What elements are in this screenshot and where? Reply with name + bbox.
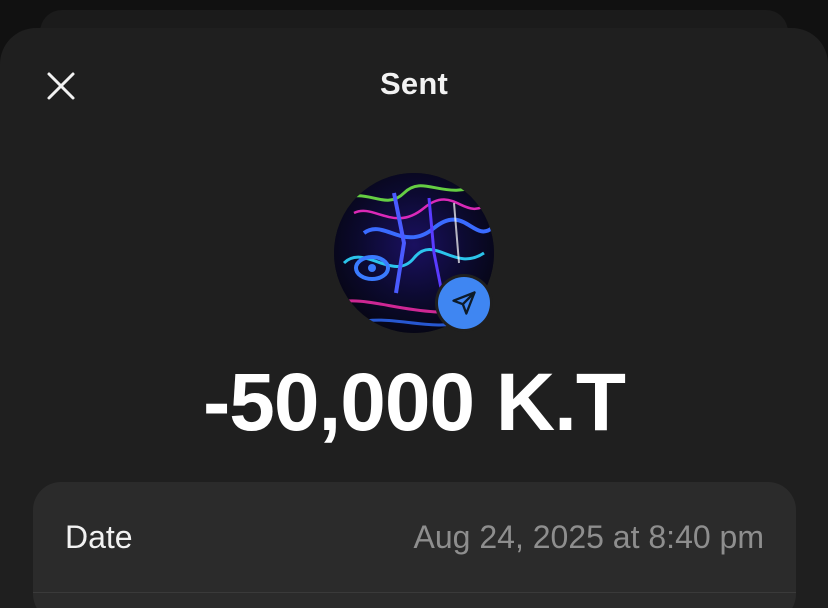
details-card: Date Aug 24, 2025 at 8:40 pm [33, 482, 796, 608]
transaction-amount: -50,000 K.T [203, 357, 626, 448]
send-icon [452, 291, 476, 315]
detail-value: Aug 24, 2025 at 8:40 pm [413, 519, 764, 555]
page-title: Sent [380, 66, 448, 101]
detail-label: Date [65, 519, 133, 555]
status-badge [435, 274, 493, 332]
screen: Sent -50,000 K.T Date Aug 24, 2025 at 8:… [0, 0, 828, 608]
badge-inner [438, 277, 490, 329]
detail-row-date: Date Aug 24, 2025 at 8:40 pm [33, 482, 796, 592]
divider [33, 592, 796, 593]
recipient-avatar-group [334, 173, 494, 333]
